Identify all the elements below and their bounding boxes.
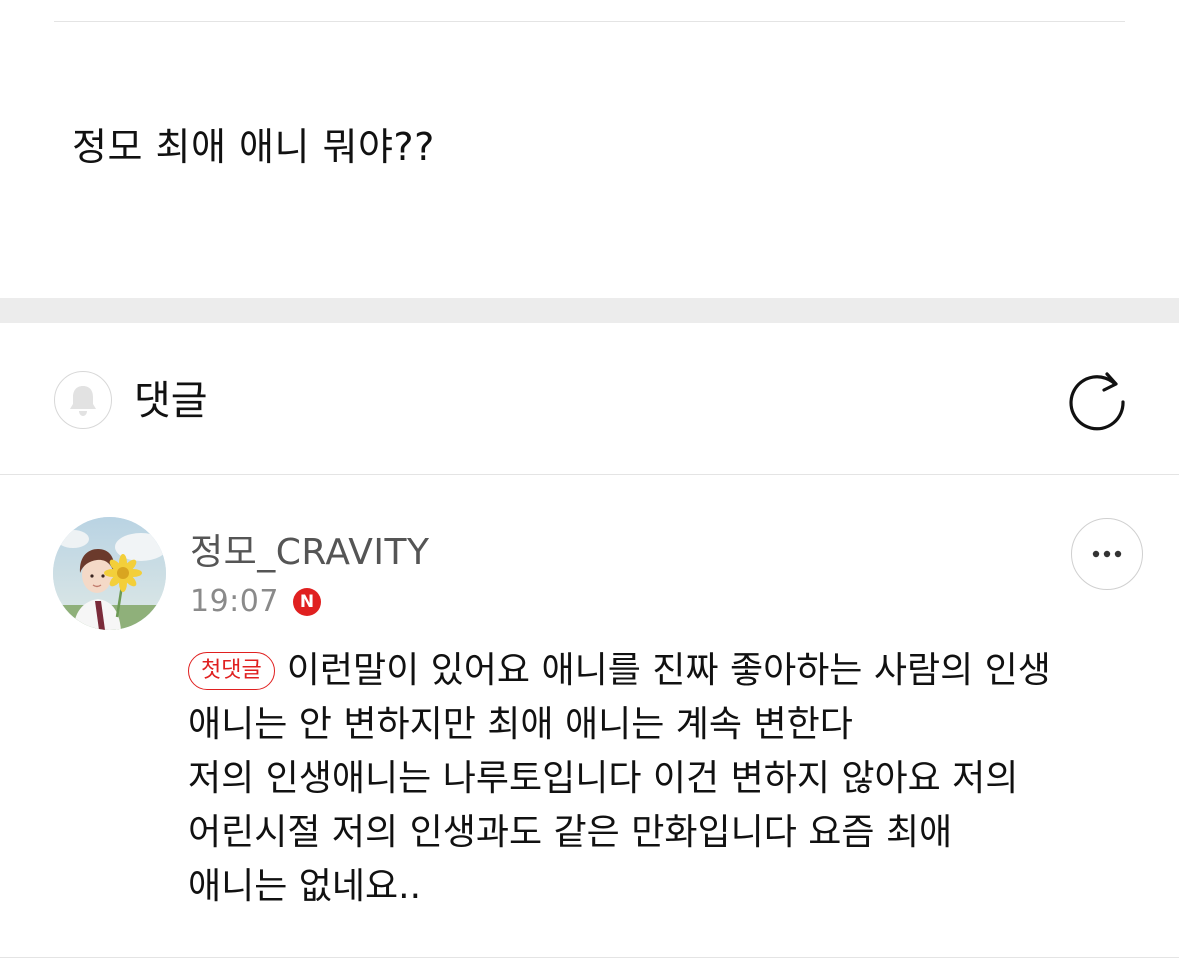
new-badge: N	[292, 588, 321, 616]
comments-title: 댓글	[134, 378, 208, 424]
comment-line-5: 애니는 없네요..	[188, 866, 422, 907]
comment-meta: 19:07 N	[190, 582, 321, 622]
comment-line-2: 애니는 안 변하지만 최애 애니는 계속 변한다	[188, 704, 853, 745]
comment-line-1: 첫댓글 이런말이 있어요 애니를 진짜 좋아하는 사람의 인생	[188, 644, 1148, 698]
comment-screen: 정모 최애 애니 뭐야?? 댓글 정모_CRAVITY 19:07 N 첫댓글 …	[0, 0, 1179, 972]
author-avatar[interactable]	[53, 517, 166, 630]
comment-body: 첫댓글 이런말이 있어요 애니를 진짜 좋아하는 사람의 인생 애니는 안 변하지…	[188, 644, 1148, 914]
comment-line-3: 저의 인생애니는 나루토입니다 이건 변하지 않아요 저의	[188, 758, 1019, 799]
comments-header: 댓글	[0, 323, 1179, 475]
more-options-icon	[1092, 550, 1122, 558]
header-divider	[0, 474, 1179, 475]
top-divider	[54, 21, 1125, 22]
bell-icon	[70, 386, 96, 416]
post-question: 정모 최애 애니 뭐야??	[72, 125, 435, 169]
comment-text: 이런말이 있어요 애니를 진짜 좋아하는 사람의 인생	[286, 650, 1051, 691]
avatar-image	[53, 517, 166, 630]
refresh-icon	[1069, 372, 1125, 431]
more-options-button[interactable]	[1071, 518, 1143, 590]
section-separator	[0, 298, 1179, 323]
notification-bell-button[interactable]	[54, 371, 112, 429]
comment-time: 19:07	[190, 584, 279, 619]
author-name[interactable]: 정모_CRAVITY	[190, 530, 429, 576]
refresh-button[interactable]	[1064, 367, 1130, 433]
bottom-divider	[0, 957, 1179, 958]
comment-line-4: 어린시절 저의 인생과도 같은 만화입니다 요즘 최애	[188, 812, 953, 853]
first-comment-badge: 첫댓글	[188, 652, 275, 690]
